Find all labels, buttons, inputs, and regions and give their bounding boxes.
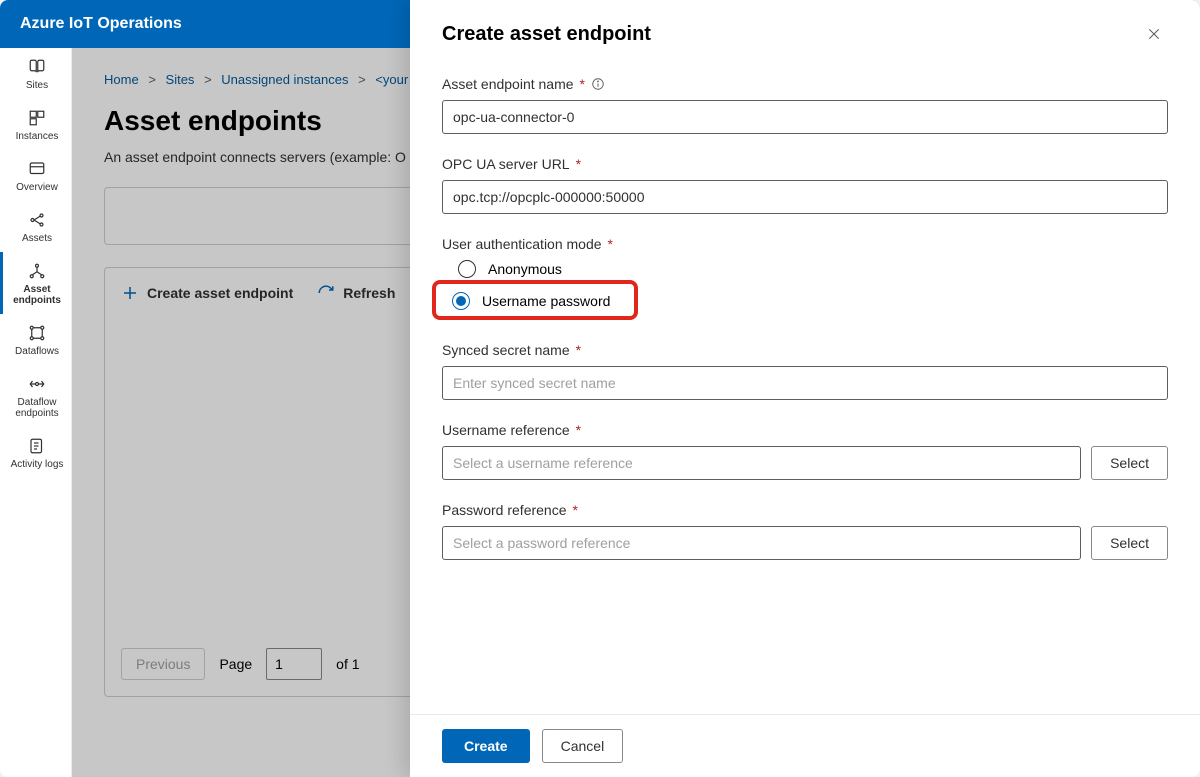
refresh-button[interactable]: Refresh [317, 284, 395, 302]
nav-label: Sites [24, 80, 50, 91]
book-open-icon [28, 58, 46, 76]
radio-label: Anonymous [488, 261, 562, 277]
nav-label: Assets [20, 233, 54, 244]
radio-anonymous[interactable]: Anonymous [458, 260, 1168, 278]
activity-logs-icon [28, 437, 46, 455]
nav-assets[interactable]: Assets [0, 201, 71, 252]
nav-sites[interactable]: Sites [0, 48, 71, 99]
field-password-reference: Password reference * Select [442, 502, 1168, 560]
dataflow-endpoints-icon [28, 375, 46, 393]
required-indicator: * [576, 342, 581, 358]
required-indicator: * [576, 422, 581, 438]
nav-label: Overview [14, 182, 60, 193]
panel-title: Create asset endpoint [442, 23, 651, 46]
nav-instances[interactable]: Instances [0, 99, 71, 150]
page-label: Page [219, 656, 252, 672]
left-nav: Sites Instances Overview Assets Asset en… [0, 48, 72, 777]
panel-title-row: Create asset endpoint [442, 20, 1168, 48]
button-label: Refresh [343, 285, 395, 301]
cancel-button[interactable]: Cancel [542, 729, 624, 763]
create-asset-endpoint-button[interactable]: Create asset endpoint [121, 284, 293, 302]
label: OPC UA server URL [442, 156, 570, 172]
previous-button[interactable]: Previous [121, 648, 205, 680]
synced-secret-input[interactable] [442, 366, 1168, 400]
nav-label: Dataflows [13, 346, 61, 357]
assets-icon [28, 211, 46, 229]
create-button[interactable]: Create [442, 729, 530, 763]
label: Synced secret name [442, 342, 570, 358]
label: User authentication mode [442, 236, 602, 252]
password-select-button[interactable]: Select [1091, 526, 1168, 560]
nav-dataflows[interactable]: Dataflows [0, 314, 71, 365]
field-username-reference: Username reference * Select [442, 422, 1168, 480]
radio-icon [458, 260, 476, 278]
dataflows-icon [28, 324, 46, 342]
breadcrumb-item[interactable]: Home [104, 72, 139, 87]
radio-icon [452, 292, 470, 310]
field-endpoint-name: Asset endpoint name * [442, 76, 1168, 134]
page-input[interactable] [266, 648, 322, 680]
close-icon [1147, 27, 1161, 41]
nav-label: Instances [14, 131, 61, 142]
server-url-input[interactable] [442, 180, 1168, 214]
field-server-url: OPC UA server URL * [442, 156, 1168, 214]
nav-label: Activity logs [9, 459, 66, 470]
refresh-icon [317, 284, 335, 302]
panel-footer: Create Cancel [410, 714, 1200, 777]
nav-overview[interactable]: Overview [0, 150, 71, 201]
field-synced-secret: Synced secret name * [442, 342, 1168, 400]
endpoint-name-input[interactable] [442, 100, 1168, 134]
plus-icon [121, 284, 139, 302]
label: Password reference [442, 502, 567, 518]
breadcrumb-item[interactable]: Unassigned instances [221, 72, 348, 87]
field-auth-mode: User authentication mode * Anonymous [442, 236, 1168, 278]
required-indicator: * [573, 502, 578, 518]
product-title: Azure IoT Operations [20, 15, 182, 33]
close-button[interactable] [1140, 20, 1168, 48]
highlighted-radio: Username password [432, 280, 638, 320]
breadcrumb-item[interactable]: <your i [375, 72, 414, 87]
of-label: of 1 [336, 656, 359, 672]
nav-dataflow-endpoints[interactable]: Dataflow endpoints [0, 365, 71, 427]
nav-asset-endpoints[interactable]: Asset endpoints [0, 252, 71, 314]
required-indicator: * [580, 76, 585, 92]
info-icon[interactable] [591, 77, 605, 91]
username-reference-input[interactable] [442, 446, 1081, 480]
nav-label: Dataflow endpoints [3, 397, 71, 419]
overview-icon [28, 160, 46, 178]
button-label: Create asset endpoint [147, 285, 293, 301]
label: Username reference [442, 422, 570, 438]
radio-label: Username password [482, 293, 610, 309]
radio-username-password[interactable]: Username password [452, 292, 624, 310]
create-panel: Create asset endpoint Asset endpoint nam… [410, 0, 1200, 777]
breadcrumb-item[interactable]: Sites [166, 72, 195, 87]
required-indicator: * [576, 156, 581, 172]
nav-activity-logs[interactable]: Activity logs [0, 427, 71, 478]
asset-endpoints-icon [28, 262, 46, 280]
password-reference-input[interactable] [442, 526, 1081, 560]
instances-icon [28, 109, 46, 127]
label: Asset endpoint name [442, 76, 574, 92]
username-select-button[interactable]: Select [1091, 446, 1168, 480]
nav-label: Asset endpoints [3, 284, 71, 306]
required-indicator: * [608, 236, 613, 252]
